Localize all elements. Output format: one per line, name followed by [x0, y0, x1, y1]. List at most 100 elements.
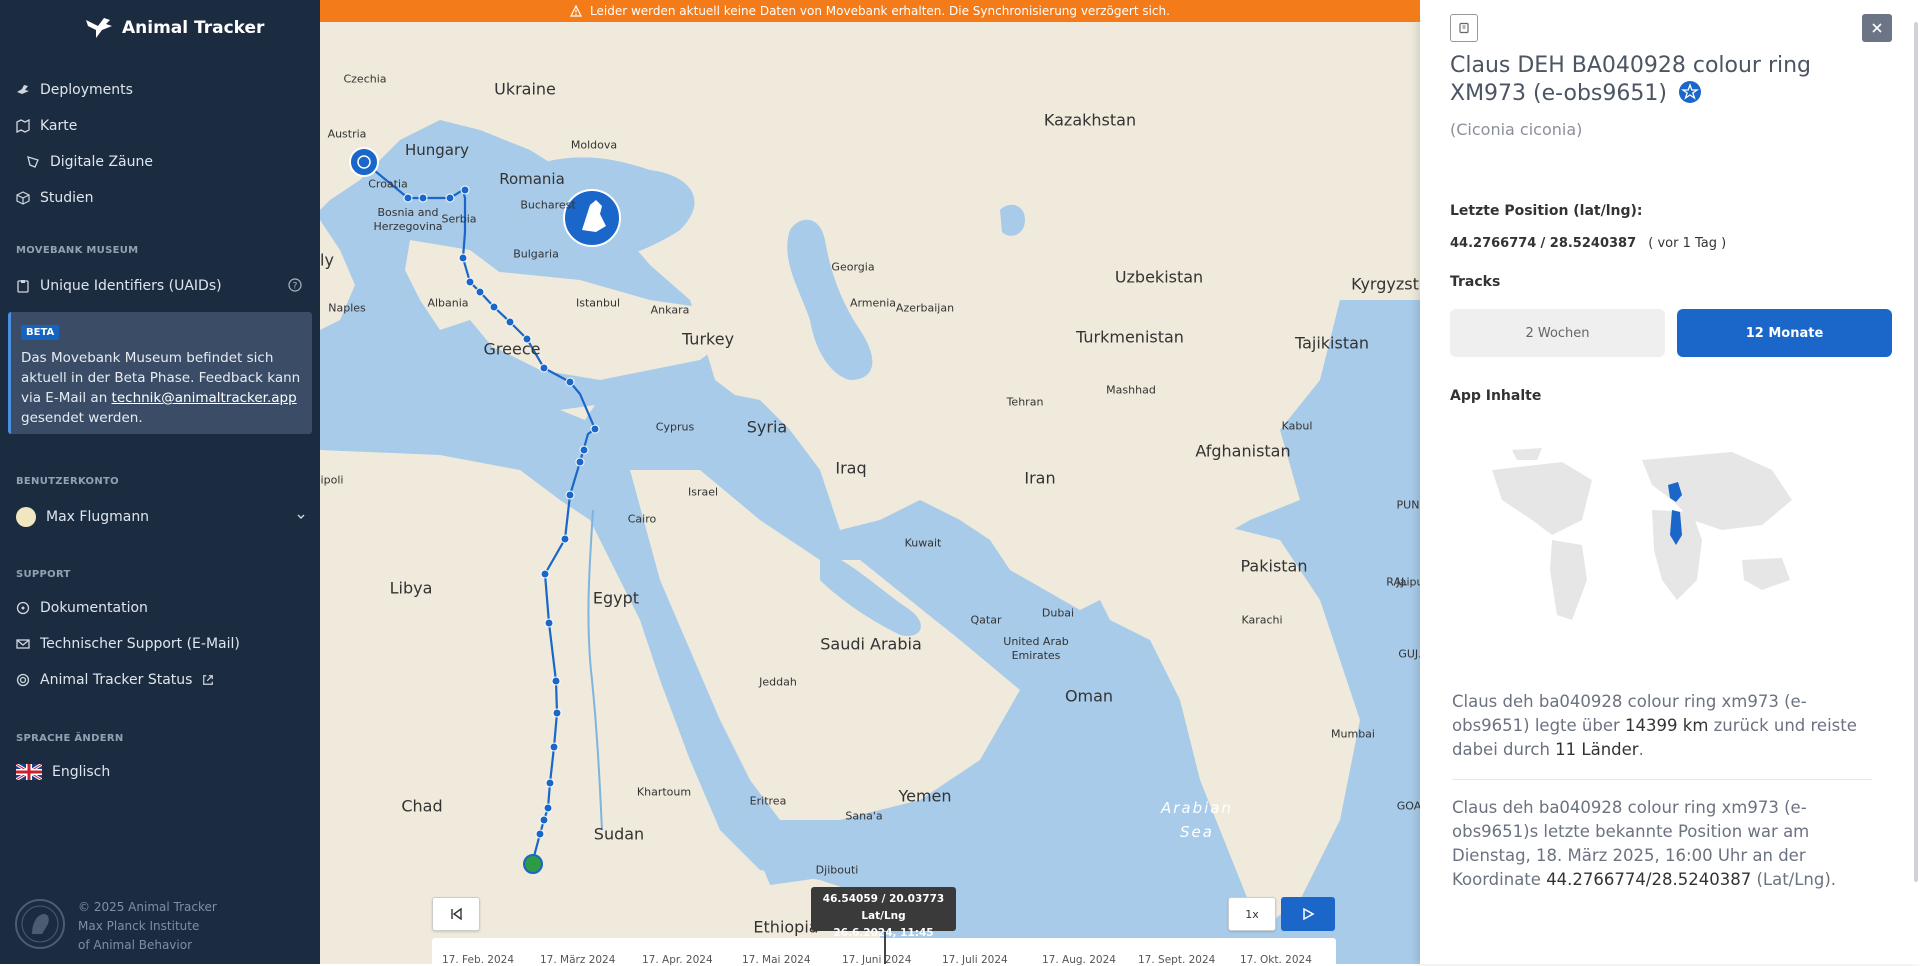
language-selector[interactable]: Englisch — [16, 764, 110, 780]
countries-value: 11 Länder — [1555, 740, 1639, 759]
map-label-saudi-arabia: Saudi Arabia — [820, 634, 922, 654]
map-label-kuwait: Kuwait — [904, 536, 942, 550]
user-name: Max Flugmann — [46, 509, 150, 525]
map-label-pakistan: Pakistan — [1240, 556, 1308, 576]
nav-deployments-label: Deployments — [40, 82, 133, 98]
animal-name-text: Claus DEH BA040928 colour ring XM973 (e-… — [1450, 53, 1812, 106]
nav-dokumentation[interactable]: Dokumentation — [16, 600, 148, 616]
animal-name: Claus DEH BA040928 colour ring XM973 (e-… — [1450, 52, 1890, 108]
map-label-karachi: Karachi — [1241, 613, 1283, 627]
map-label-romania: Romania — [499, 170, 565, 188]
map-label-bulgaria: Bulgaria — [513, 247, 559, 261]
map-label-raj: RAJ. — [1386, 575, 1408, 589]
close-icon — [1872, 23, 1882, 33]
favorite-star-icon[interactable] — [1678, 80, 1702, 104]
map[interactable]: Ukraine Kazakhstan Czechia Hungary Roman… — [320, 0, 1420, 964]
beta-notice: BETA Das Movebank Museum befindet sich a… — [8, 312, 312, 434]
museum-section-label: MOVEBANK MUSEUM — [16, 245, 139, 256]
skip-back-button[interactable] — [432, 897, 480, 931]
play-button[interactable] — [1281, 897, 1335, 931]
timeline-label: 17. Juli 2024 — [942, 954, 1008, 966]
last-position-summary: Claus deh ba040928 colour ring xm973 (e-… — [1452, 796, 1872, 892]
last-coord-value: 44.2766774/28.5240387 — [1546, 870, 1752, 889]
pin-icon — [1459, 22, 1469, 34]
map-label-arabian-sea: Arabian Sea — [1160, 799, 1233, 841]
map-label-khartoum: Khartoum — [636, 785, 692, 799]
map-label-georgia: Georgia — [831, 260, 875, 274]
timeline-label: 17. Feb. 2024 — [442, 954, 515, 966]
beta-text-after: gesendet werden. — [21, 410, 143, 426]
map-label-syria: Syria — [746, 417, 788, 437]
cube-icon — [16, 191, 30, 205]
footer-text: © 2025 Animal Tracker Max Planck Institu… — [78, 898, 217, 955]
nav-status-label: Animal Tracker Status — [40, 672, 193, 688]
map-label-ethiopia: Ethiopia — [753, 917, 819, 937]
distance-value: 14399 km — [1625, 716, 1709, 735]
map-label-hungary: Hungary — [404, 141, 470, 159]
map-label-afghanistan: Afghanistan — [1195, 441, 1291, 461]
timeline-label: 17. März 2024 — [540, 954, 616, 966]
map-label-bosnia: Bosnia and Herzegovina — [373, 206, 443, 233]
last-position: 44.2766774 / 28.5240387 ( vor 1 Tag ) — [1450, 236, 1727, 251]
timeline-label: 17. Okt. 2024 — [1240, 954, 1312, 966]
play-icon — [1303, 907, 1315, 921]
nav-status[interactable]: Animal Tracker Status — [16, 672, 214, 688]
map-label-kazakhstan: Kazakhstan — [1043, 110, 1137, 130]
map-label-pun: PUN — [1396, 498, 1420, 512]
map-label-kabul: Kabul — [1281, 419, 1313, 433]
last-lng: 28.5240387 — [1549, 236, 1637, 251]
timeline-label: 17. Mai 2024 — [742, 954, 811, 966]
account-section-label: BENUTZERKONTO — [16, 476, 119, 487]
beta-email-link[interactable]: technik@animaltracker.app — [112, 390, 297, 406]
beta-badge: BETA — [21, 325, 60, 340]
nav-digitale-zaeune[interactable]: Digitale Zäune — [26, 154, 153, 170]
svg-text:?: ? — [293, 282, 298, 292]
map-label-austria: Austria — [327, 127, 367, 141]
map-label-sudan: Sudan — [593, 824, 645, 844]
map-label-croatia: Croatia — [368, 177, 408, 191]
last-lat: 44.2766774 — [1450, 236, 1537, 251]
timeline-cursor[interactable] — [884, 932, 886, 964]
brand[interactable]: Animal Tracker — [84, 16, 264, 40]
stork-logo-icon — [86, 18, 112, 38]
map-label-iraq: Iraq — [835, 458, 867, 478]
start-marker — [523, 854, 543, 874]
nav-uaids[interactable]: Unique Identifiers (UAIDs) — [16, 278, 222, 294]
map-label-djibouti: Djibouti — [815, 863, 859, 877]
timeline-label: 17. Juni 2024 — [842, 954, 912, 966]
track-12-months-button[interactable]: 12 Monate — [1677, 309, 1892, 357]
map-label-kyrgyzstan: Kyrgyzst — [1351, 274, 1419, 294]
map-label-eritrea: Eritrea — [749, 794, 787, 808]
close-button[interactable] — [1862, 14, 1892, 42]
map-label-egypt: Egypt — [592, 588, 640, 608]
nav-deployments[interactable]: Deployments — [16, 82, 133, 98]
tooltip-coords: 46.54059 / 20.03773 Lat/Lng — [822, 893, 945, 922]
tracks-heading: Tracks — [1450, 274, 1501, 290]
nav-uaids-label: Unique Identifiers (UAIDs) — [40, 278, 222, 294]
distance-summary: Claus deh ba040928 colour ring xm973 (e-… — [1452, 690, 1872, 762]
sync-warning-banner: Leider werden aktuell keine Daten von Mo… — [320, 0, 1420, 22]
nav-studien[interactable]: Studien — [16, 190, 94, 206]
clipboard-icon — [17, 280, 29, 293]
pin-button[interactable] — [1450, 14, 1478, 42]
divider — [1452, 779, 1872, 780]
nav-support-email[interactable]: Technischer Support (E-Mail) — [16, 636, 240, 652]
timeline-label: 17. Apr. 2024 — [642, 954, 713, 966]
map-label-bucharest: Bucharest — [520, 198, 576, 212]
sidebar: Animal Tracker Deployments Karte Digital… — [0, 0, 320, 964]
map-label-jeddah: Jeddah — [759, 675, 797, 689]
nav-karte[interactable]: Karte — [16, 118, 77, 134]
mpi-logo-icon — [15, 899, 65, 949]
map-label-dubai: Dubai — [1041, 606, 1075, 620]
panel-scrollbar[interactable] — [1914, 22, 1918, 882]
nav-karte-label: Karte — [40, 118, 78, 134]
map-label-italy-partial: ly — [320, 250, 334, 270]
user-menu[interactable]: Max Flugmann — [16, 507, 306, 527]
footer-copyright: © 2025 Animal Tracker — [78, 900, 217, 914]
help-circle-icon[interactable]: ? — [288, 278, 302, 292]
map-label-albania: Albania — [427, 296, 469, 310]
map-label-serbia: Serbia — [441, 212, 477, 226]
speed-button[interactable]: 1x — [1228, 897, 1276, 931]
language-label: Englisch — [52, 764, 111, 780]
track-2-weeks-button[interactable]: 2 Wochen — [1450, 309, 1665, 357]
